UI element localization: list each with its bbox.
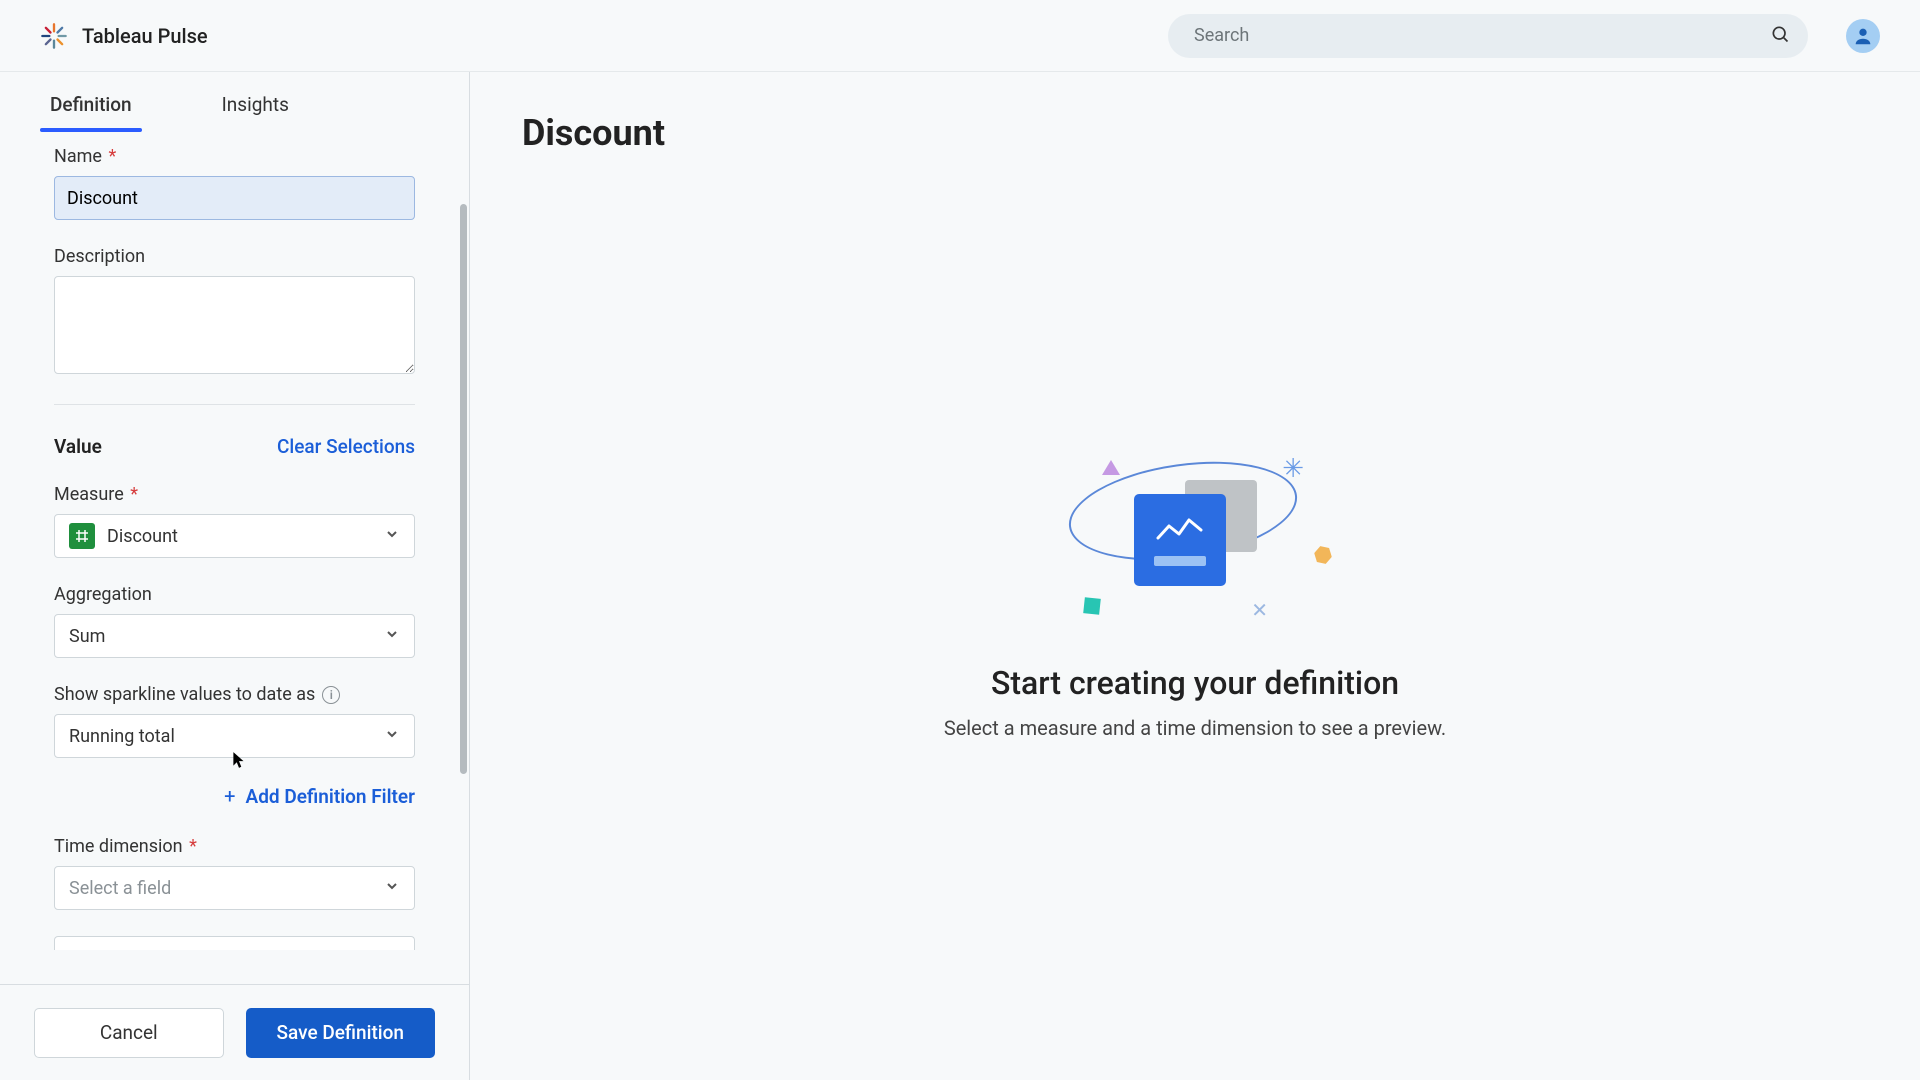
user-avatar[interactable] [1846,19,1880,53]
name-label: Name * [54,146,116,167]
time-dimension-label: Time dimension * [54,836,197,857]
name-input[interactable] [54,176,415,220]
aggregation-select[interactable]: Sum [54,614,415,658]
tableau-pulse-logo-icon [40,22,68,50]
chevron-down-icon [384,526,400,547]
cancel-button[interactable]: Cancel [34,1008,224,1058]
search-wrap [1168,14,1808,58]
description-label: Description [54,246,145,267]
partial-select-peek[interactable] [54,936,415,950]
sidebar-tabs: Definition Insights [0,72,469,132]
content-area: Discount ✳ ✕ Start creating your definit… [470,72,1920,1080]
sparkline-value: Running total [69,726,175,747]
chevron-down-icon [384,626,400,647]
definition-sidebar: Definition Insights Name * Description V… [0,72,470,1080]
empty-state-illustration-icon: ✳ ✕ [1050,454,1340,624]
description-textarea[interactable] [54,276,415,374]
save-definition-button[interactable]: Save Definition [246,1008,435,1058]
tab-definition[interactable]: Definition [50,93,132,132]
sidebar-footer: Cancel Save Definition [0,984,469,1080]
search-input[interactable] [1168,14,1808,58]
page-title: Discount [522,112,1868,154]
aggregation-label: Aggregation [54,584,152,605]
measure-select[interactable]: Discount [54,514,415,558]
measure-field-icon [69,523,95,549]
add-definition-filter[interactable]: + Add Definition Filter [54,784,415,808]
measure-value: Discount [107,526,178,547]
time-dimension-select[interactable]: Select a field [54,866,415,910]
value-section-title: Value [54,435,102,458]
measure-label: Measure * [54,484,138,505]
chevron-down-icon [384,878,400,899]
sparkline-select[interactable]: Running total [54,714,415,758]
chevron-down-icon [384,726,400,747]
clear-selections-link[interactable]: Clear Selections [277,435,415,458]
empty-state-subtitle: Select a measure and a time dimension to… [944,716,1446,740]
empty-state-title: Start creating your definition [991,664,1399,702]
sparkline-label: Show sparkline values to date as [54,684,315,705]
aggregation-value: Sum [69,626,105,647]
section-divider [54,404,415,405]
form-scroll: Name * Description Value Clear Selection… [0,132,469,984]
plus-icon: + [224,784,235,808]
app-title: Tableau Pulse [82,24,208,48]
scrollbar-thumb[interactable] [460,204,467,774]
tab-insights[interactable]: Insights [222,93,289,132]
info-icon[interactable]: i [322,686,340,704]
empty-state: ✳ ✕ Start creating your definition Selec… [522,454,1868,740]
app-header: Tableau Pulse [0,0,1920,72]
time-dimension-placeholder: Select a field [69,878,171,899]
